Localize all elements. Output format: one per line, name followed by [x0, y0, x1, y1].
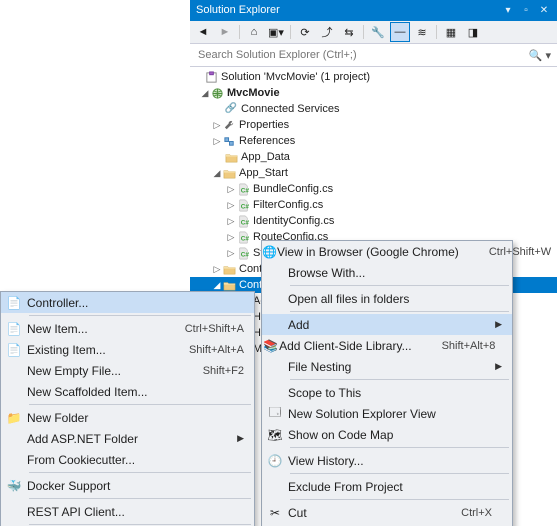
folder-icon	[222, 262, 236, 276]
show-all-button[interactable]: ⟳	[295, 22, 315, 42]
codemap-icon: 🗺	[262, 428, 288, 442]
menu-codemap[interactable]: 🗺Show on Code Map	[262, 424, 512, 445]
wrench-icon	[222, 118, 236, 132]
dropdown-icon[interactable]: ▾	[501, 4, 515, 18]
solution-icon	[204, 70, 218, 84]
folder-icon	[224, 150, 238, 164]
expand-icon[interactable]: ▷	[226, 213, 236, 229]
properties-button[interactable]: 🔧	[368, 22, 388, 42]
submenu-arrow-icon: ▶	[492, 361, 502, 372]
history-icon: 🕘	[262, 454, 288, 468]
preview-button[interactable]: —	[390, 22, 410, 42]
library-icon: 📚	[262, 339, 279, 353]
menu-open-all[interactable]: Open all files in folders	[262, 288, 512, 309]
references-node[interactable]: ▷References	[190, 133, 557, 149]
references-icon	[222, 134, 236, 148]
collapse-button[interactable]: ⇆	[339, 22, 359, 42]
existing-item-icon: 📄	[1, 343, 27, 357]
expand-icon[interactable]: ▷	[226, 245, 236, 261]
expand-icon[interactable]: ◢	[212, 165, 222, 181]
project-icon	[210, 86, 224, 100]
csharp-file-icon	[236, 182, 250, 196]
forward-button[interactable]: ►	[215, 22, 235, 42]
menu-file-nesting[interactable]: File Nesting▶	[262, 356, 512, 377]
expand-icon[interactable]: ▷	[212, 117, 222, 133]
solution-node[interactable]: Solution 'MvcMovie' (1 project)	[190, 69, 557, 85]
menu-browse-with[interactable]: Browse With...	[262, 262, 512, 283]
refresh-button[interactable]: ⤴	[317, 22, 337, 42]
docker-icon: 🐳	[1, 479, 27, 493]
csharp-file-icon	[236, 214, 250, 228]
folder-icon	[222, 166, 236, 180]
csharp-file-icon	[236, 198, 250, 212]
expand-icon[interactable]: ▷	[226, 229, 236, 245]
panel-titlebar: Solution Explorer ▾ ▫ ✕	[190, 0, 557, 21]
expand-icon[interactable]: ◢	[200, 85, 210, 101]
menu-new-item[interactable]: 📄New Item...Ctrl+Shift+A	[1, 318, 254, 339]
menu-scope[interactable]: Scope to This	[262, 382, 512, 403]
folder-icon	[222, 278, 236, 292]
menu-aspnet-folder[interactable]: Add ASP.NET Folder▶	[1, 428, 254, 449]
search-bar[interactable]: 🔍 ▾	[190, 44, 557, 67]
menu-add[interactable]: Add▶	[262, 314, 512, 335]
new-item-icon: 📄	[1, 322, 27, 336]
menu-controller[interactable]: 📄Controller...	[1, 292, 254, 313]
menu-docker[interactable]: 🐳Docker Support	[1, 475, 254, 496]
menu-existing-item[interactable]: 📄Existing Item...Shift+Alt+A	[1, 339, 254, 360]
scope-button[interactable]: ▣▾	[266, 22, 286, 42]
context-menu-add: 📄Controller... 📄New Item...Ctrl+Shift+A …	[0, 291, 255, 526]
expand-icon[interactable]: ▷	[212, 133, 222, 149]
submenu-arrow-icon: ▶	[492, 319, 502, 330]
menu-add-client[interactable]: 📚Add Client-Side Library...Shift+Alt+8	[262, 335, 512, 356]
app-data-node[interactable]: App_Data	[190, 149, 557, 165]
search-input[interactable]	[196, 48, 529, 62]
menu-rest[interactable]: REST API Client...	[1, 501, 254, 522]
file-node[interactable]: ▷FilterConfig.cs	[190, 197, 557, 213]
app-start-node[interactable]: ◢App_Start	[190, 165, 557, 181]
pin-icon[interactable]: ▫	[519, 4, 533, 18]
menu-exclude[interactable]: Exclude From Project	[262, 476, 512, 497]
submenu-arrow-icon: ▶	[234, 433, 244, 444]
context-menu-main: 🌐View in Browser (Google Chrome)Ctrl+Shi…	[261, 240, 513, 526]
menu-new-empty[interactable]: New Empty File...Shift+F2	[1, 360, 254, 381]
csharp-file-icon	[236, 230, 250, 244]
menu-scaffold[interactable]: New Scaffolded Item...	[1, 381, 254, 402]
cut-icon: ✂	[262, 506, 288, 520]
expand-icon[interactable]: ▷	[212, 261, 222, 277]
menu-history[interactable]: 🕘View History...	[262, 450, 512, 471]
connected-icon: 🔗	[224, 102, 238, 116]
csharp-file-icon	[236, 246, 250, 260]
menu-view-browser[interactable]: 🌐View in Browser (Google Chrome)Ctrl+Shi…	[262, 241, 512, 262]
file-node[interactable]: ▷IdentityConfig.cs	[190, 213, 557, 229]
view-code-button[interactable]: ▦	[441, 22, 461, 42]
close-icon[interactable]: ✕	[537, 4, 551, 18]
file-node[interactable]: ▷BundleConfig.cs	[190, 181, 557, 197]
menu-cookiecutter[interactable]: From Cookiecutter...	[1, 449, 254, 470]
sync-button[interactable]: ≋	[412, 22, 432, 42]
search-icon[interactable]: 🔍 ▾	[529, 49, 551, 62]
view-icon: 🗔	[262, 403, 288, 424]
properties-node[interactable]: ▷Properties	[190, 117, 557, 133]
home-button[interactable]: ⌂	[244, 22, 264, 42]
panel-title: Solution Explorer	[196, 0, 497, 21]
expand-icon[interactable]: ▷	[226, 197, 236, 213]
back-button[interactable]: ◄	[193, 22, 213, 42]
view-designer-button[interactable]: ◨	[463, 22, 483, 42]
panel-toolbar: ◄ ► ⌂ ▣▾ ⟳ ⤴ ⇆ 🔧 — ≋ ▦ ◨	[190, 21, 557, 44]
controller-icon: 📄	[1, 296, 27, 310]
connected-services-node[interactable]: 🔗Connected Services	[190, 101, 557, 117]
expand-icon[interactable]: ▷	[226, 181, 236, 197]
project-node[interactable]: ◢MvcMovie	[190, 85, 557, 101]
menu-new-view[interactable]: 🗔New Solution Explorer View	[262, 403, 512, 424]
browser-icon: 🌐	[262, 245, 277, 259]
folder-icon: 📁	[1, 411, 27, 425]
menu-new-folder[interactable]: 📁New Folder	[1, 407, 254, 428]
menu-cut[interactable]: ✂CutCtrl+X	[262, 502, 512, 523]
